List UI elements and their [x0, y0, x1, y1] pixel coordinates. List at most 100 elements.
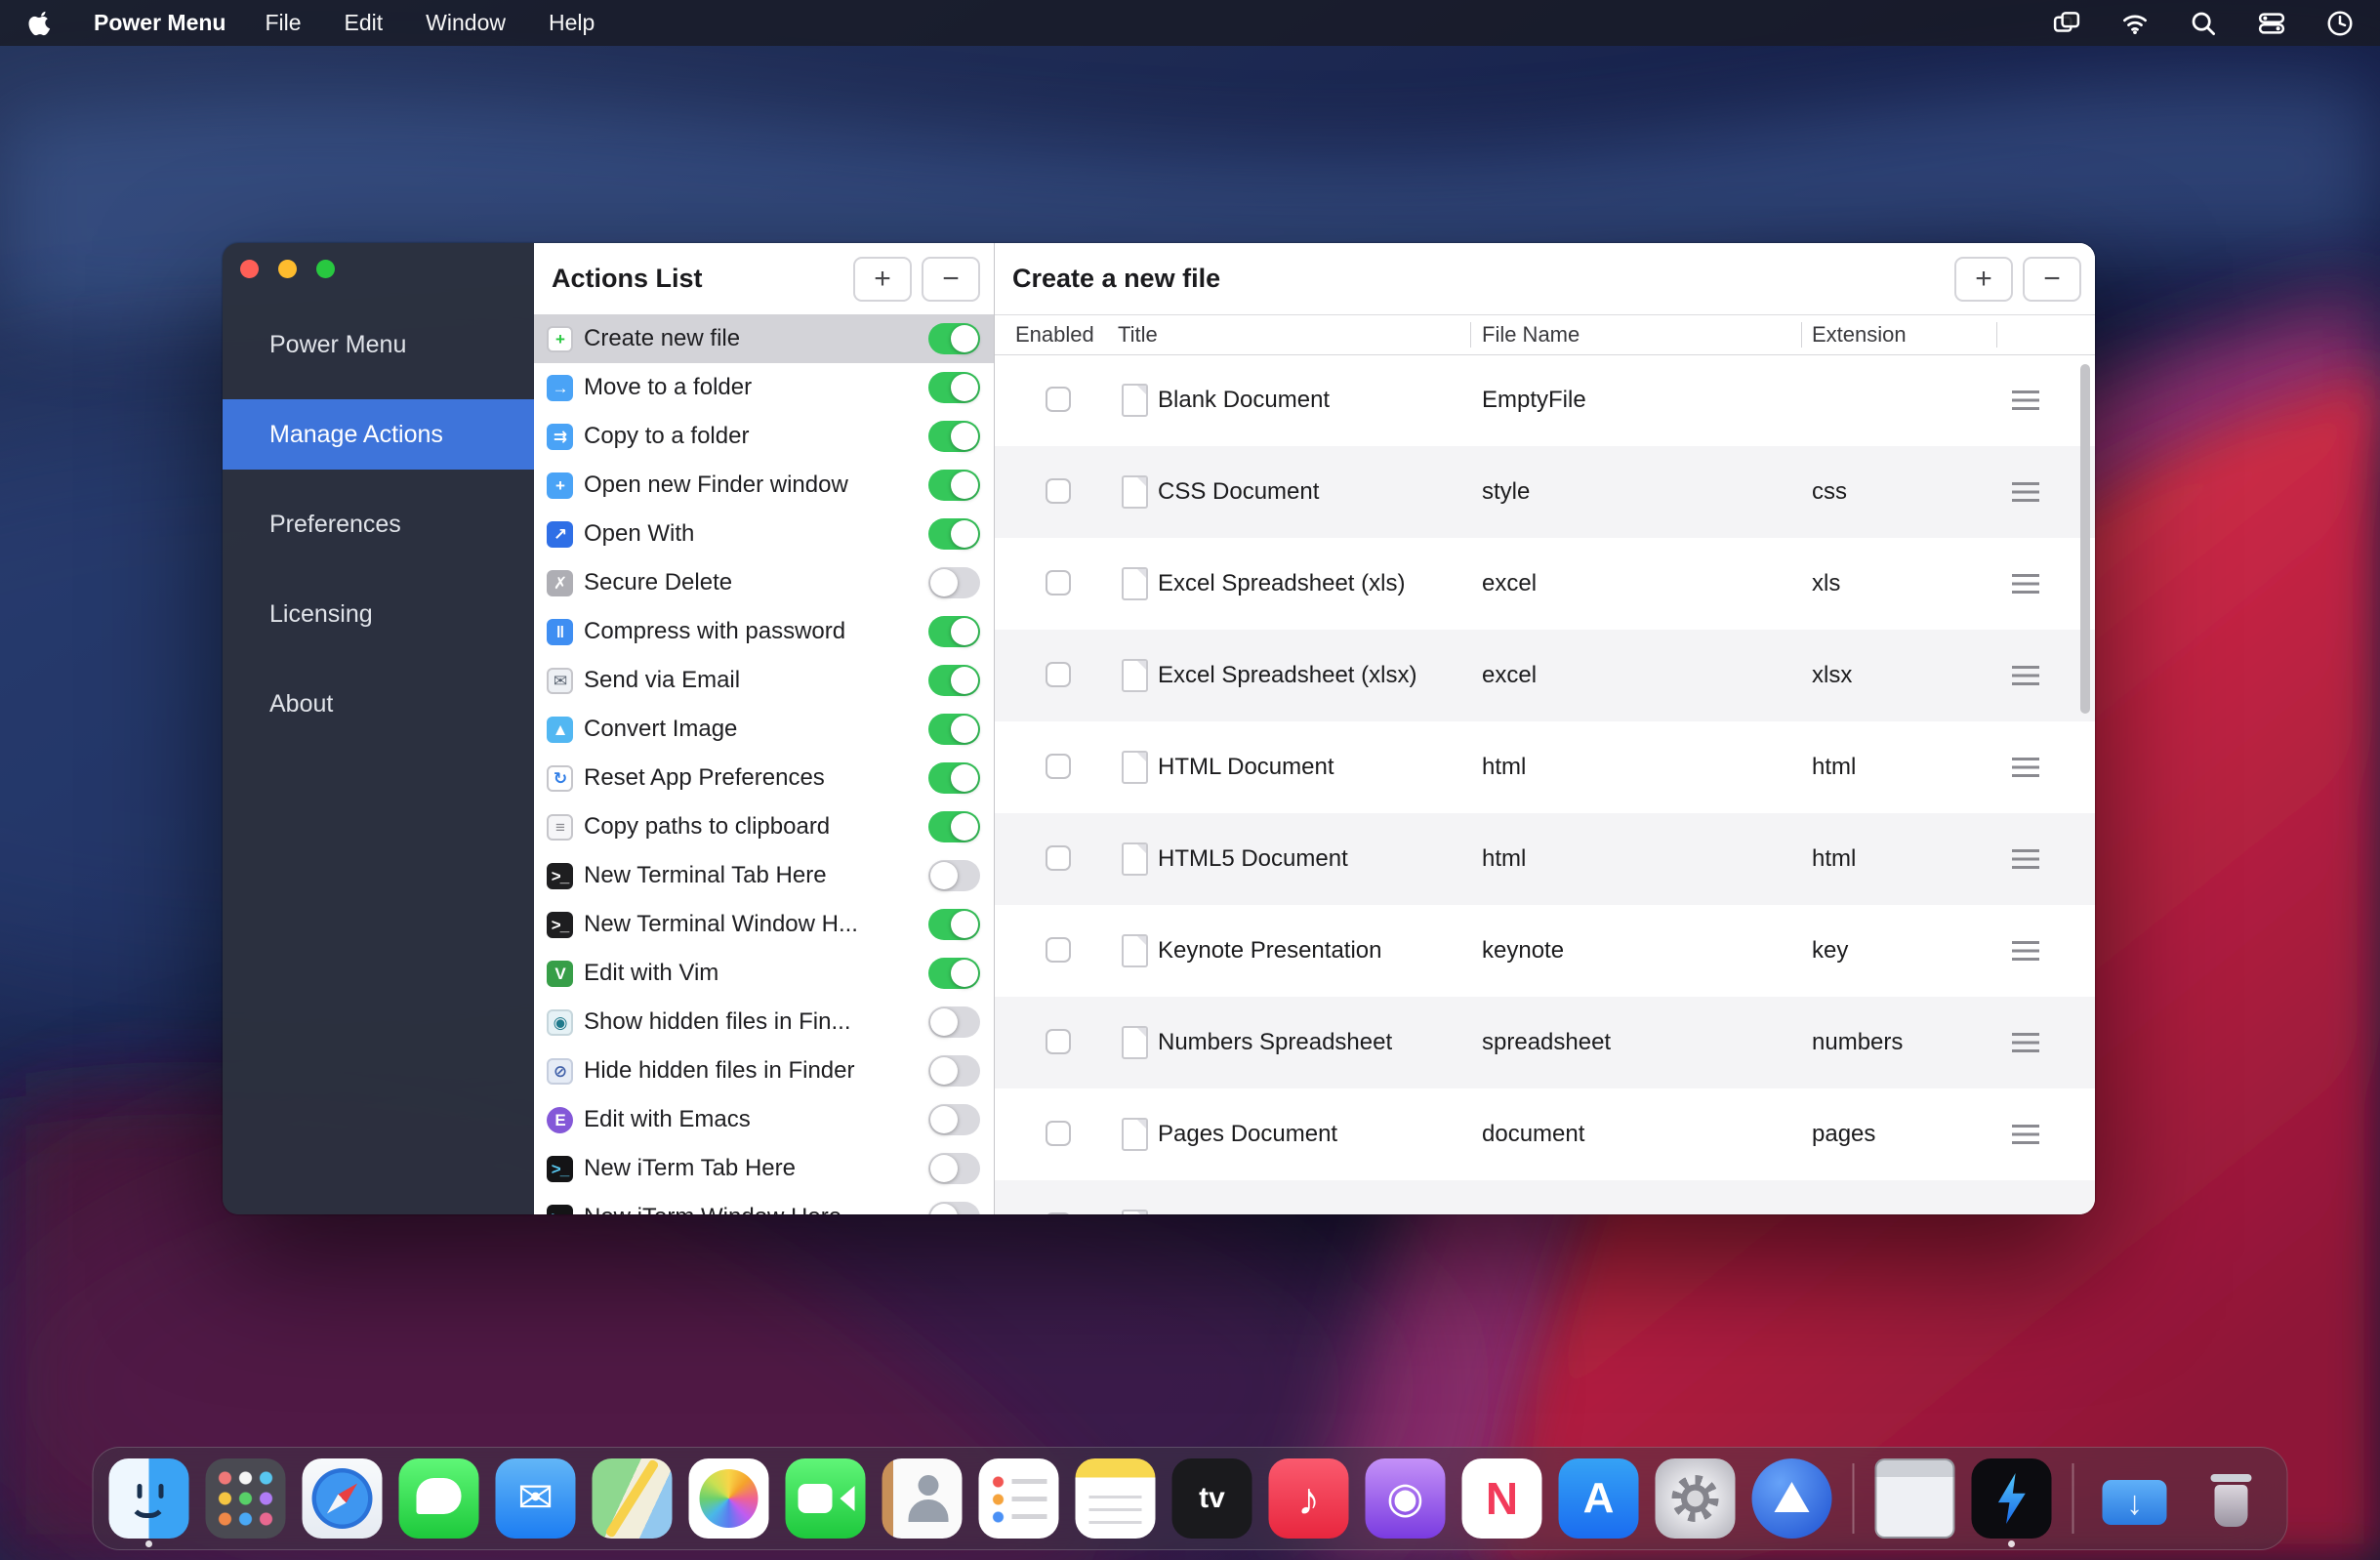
dock-facetime-icon[interactable]	[786, 1458, 866, 1539]
sidebar-item-preferences[interactable]: Preferences	[223, 489, 534, 559]
dock-messages-icon[interactable]	[399, 1458, 479, 1539]
row-handle-icon[interactable]	[2012, 574, 2039, 594]
enabled-checkbox[interactable]	[1046, 1029, 1071, 1054]
add-action-button[interactable]: +	[853, 257, 912, 302]
action-row[interactable]: ⇉Copy to a folder	[534, 412, 994, 461]
action-toggle[interactable]	[928, 421, 980, 452]
enabled-checkbox[interactable]	[1046, 570, 1071, 595]
action-toggle[interactable]	[928, 860, 980, 891]
action-toggle[interactable]	[928, 811, 980, 842]
action-row[interactable]: →Move to a folder	[534, 363, 994, 412]
dock-notes-icon[interactable]	[1076, 1458, 1156, 1539]
action-toggle[interactable]	[928, 1104, 980, 1135]
enabled-checkbox[interactable]	[1046, 754, 1071, 779]
action-row[interactable]: ≡Copy paths to clipboard	[534, 802, 994, 851]
sidebar-item-about[interactable]: About	[223, 669, 534, 739]
column-enabled[interactable]: Enabled	[1015, 322, 1094, 348]
file-row[interactable]: Excel Spreadsheet (xlsx)excelxlsx	[995, 630, 2095, 721]
action-row[interactable]: >_New iTerm Tab Here	[534, 1144, 994, 1193]
remove-file-button[interactable]: −	[2023, 257, 2081, 302]
action-row[interactable]: VEdit with Vim	[534, 949, 994, 998]
zoom-button[interactable]	[316, 260, 335, 278]
dock-news-icon[interactable]	[1462, 1458, 1542, 1539]
dock-window-thumb-icon[interactable]	[1875, 1458, 1955, 1539]
file-row[interactable]: Pages Documentdocumentpages	[995, 1088, 2095, 1180]
action-toggle[interactable]	[928, 567, 980, 598]
action-toggle[interactable]	[928, 909, 980, 940]
close-button[interactable]	[240, 260, 259, 278]
file-row[interactable]: HTML Documenthtmlhtml	[995, 721, 2095, 813]
column-file-name[interactable]: File Name	[1482, 322, 1580, 348]
dock-lightning-icon[interactable]	[1972, 1458, 2052, 1539]
row-handle-icon[interactable]	[2012, 849, 2039, 869]
action-row[interactable]: ✗Secure Delete	[534, 558, 994, 607]
enabled-checkbox[interactable]	[1046, 1212, 1071, 1214]
dock-launchpad-icon[interactable]	[206, 1458, 286, 1539]
enabled-checkbox[interactable]	[1046, 478, 1071, 504]
file-row[interactable]: CSS Documentstylecss	[995, 446, 2095, 538]
action-row[interactable]: +Open new Finder window	[534, 461, 994, 510]
menu-file[interactable]: File	[265, 10, 301, 36]
dock-appstore-icon[interactable]	[1559, 1458, 1639, 1539]
remove-action-button[interactable]: −	[922, 257, 980, 302]
enabled-checkbox[interactable]	[1046, 662, 1071, 687]
dock-settings-icon[interactable]	[1656, 1458, 1736, 1539]
action-row[interactable]: EEdit with Emacs	[534, 1095, 994, 1144]
action-toggle[interactable]	[928, 372, 980, 403]
search-icon[interactable]	[2189, 9, 2218, 38]
dock-finder-icon[interactable]	[109, 1458, 189, 1539]
action-toggle[interactable]	[928, 323, 980, 354]
dock-reminders-icon[interactable]	[979, 1458, 1059, 1539]
action-toggle[interactable]	[928, 714, 980, 745]
clock-icon[interactable]	[2325, 9, 2355, 38]
column-extension[interactable]: Extension	[1812, 322, 1907, 348]
action-toggle[interactable]	[928, 665, 980, 696]
windows-icon[interactable]	[2052, 9, 2081, 38]
file-row[interactable]: HTML5 Documenthtmlhtml	[995, 813, 2095, 905]
dock-contacts-icon[interactable]	[882, 1458, 963, 1539]
add-file-button[interactable]: +	[1954, 257, 2013, 302]
action-toggle[interactable]	[928, 958, 980, 989]
action-toggle[interactable]	[928, 470, 980, 501]
row-handle-icon[interactable]	[2012, 482, 2039, 502]
action-row[interactable]: ↻Reset App Preferences	[534, 754, 994, 802]
dock-safari-icon[interactable]	[303, 1458, 383, 1539]
action-toggle[interactable]	[928, 1055, 980, 1087]
action-toggle[interactable]	[928, 616, 980, 647]
action-row[interactable]: ◉Show hidden files in Fin...	[534, 998, 994, 1047]
dock-maps-icon[interactable]	[593, 1458, 673, 1539]
column-title[interactable]: Title	[1118, 322, 1158, 348]
action-row[interactable]: ↗Open With	[534, 510, 994, 558]
dock-downloads-icon[interactable]	[2095, 1458, 2175, 1539]
action-toggle[interactable]	[928, 518, 980, 550]
action-toggle[interactable]	[928, 1153, 980, 1184]
action-toggle[interactable]	[928, 1006, 980, 1038]
action-row[interactable]: >_New Terminal Tab Here	[534, 851, 994, 900]
row-handle-icon[interactable]	[2012, 1125, 2039, 1144]
action-row[interactable]: ▲Convert Image	[534, 705, 994, 754]
control-center-icon[interactable]	[2257, 9, 2286, 38]
dock-trash-icon[interactable]	[2192, 1458, 2272, 1539]
enabled-checkbox[interactable]	[1046, 387, 1071, 412]
action-row[interactable]: >_New Terminal Window H...	[534, 900, 994, 949]
action-row[interactable]: +Create new file	[534, 314, 994, 363]
dock-podcasts-icon[interactable]	[1366, 1458, 1446, 1539]
action-toggle[interactable]	[928, 1202, 980, 1214]
file-row[interactable]: Numbers Spreadsheetspreadsheetnumbers	[995, 997, 2095, 1088]
scrollbar[interactable]	[2080, 364, 2090, 714]
row-handle-icon[interactable]	[2012, 390, 2039, 410]
sidebar-item-power-menu[interactable]: Power Menu	[223, 309, 534, 380]
enabled-checkbox[interactable]	[1046, 845, 1071, 871]
action-row[interactable]: ‖Compress with password	[534, 607, 994, 656]
menu-window[interactable]: Window	[426, 10, 506, 36]
dock-photos-icon[interactable]	[689, 1458, 769, 1539]
file-row[interactable]	[995, 1180, 2095, 1214]
enabled-checkbox[interactable]	[1046, 937, 1071, 963]
menu-edit[interactable]: Edit	[345, 10, 384, 36]
dock-tv-icon[interactable]	[1172, 1458, 1252, 1539]
row-handle-icon[interactable]	[2012, 941, 2039, 961]
menu-app-name[interactable]: Power Menu	[94, 10, 226, 36]
dock-music-icon[interactable]	[1269, 1458, 1349, 1539]
sidebar-item-manage-actions[interactable]: Manage Actions	[223, 399, 534, 470]
file-row[interactable]: Blank DocumentEmptyFile	[995, 354, 2095, 446]
